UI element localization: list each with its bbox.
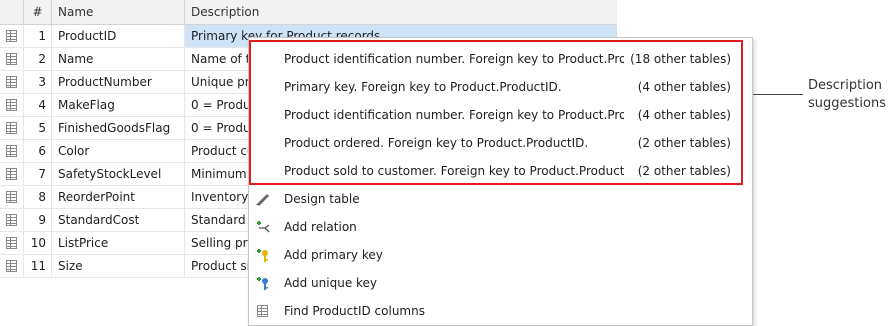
column-icon: [6, 237, 17, 249]
menu-label: Add primary key: [284, 248, 383, 262]
menu-label: Find ProductID columns: [284, 304, 425, 318]
column-name[interactable]: StandardCost: [52, 209, 185, 231]
menu-item-add-unique-key[interactable]: Add unique key: [249, 269, 752, 297]
suggestion-count: (4 other tables): [637, 80, 731, 94]
suggestion-count: (4 other tables): [637, 108, 731, 122]
suggestion-count: (18 other tables): [630, 52, 731, 66]
row-number: 7: [24, 163, 52, 185]
suggestion-count: (2 other tables): [637, 136, 731, 150]
column-icon: [6, 30, 17, 42]
column-icon: [6, 99, 17, 111]
column-name[interactable]: Color: [52, 140, 185, 162]
row-number: 4: [24, 94, 52, 116]
row-number: 6: [24, 140, 52, 162]
menu-label: Add unique key: [284, 276, 378, 290]
column-name[interactable]: Name: [52, 48, 185, 70]
description-suggestions-popup: Product identification number. Foreign k…: [248, 37, 753, 326]
suggestion-item[interactable]: Product sold to customer. Foreign key to…: [251, 157, 741, 185]
column-name[interactable]: MakeFlag: [52, 94, 185, 116]
suggestion-item[interactable]: Product identification number. Foreign k…: [251, 101, 741, 129]
row-number: 8: [24, 186, 52, 208]
row-number: 11: [24, 255, 52, 277]
header-description[interactable]: Description: [185, 0, 617, 24]
unique-key-icon: [257, 277, 268, 290]
row-number: 2: [24, 48, 52, 70]
column-icon: [6, 53, 17, 65]
column-name[interactable]: SafetyStockLevel: [52, 163, 185, 185]
relation-icon: [257, 221, 270, 233]
column-name[interactable]: Size: [52, 255, 185, 277]
column-name[interactable]: ListPrice: [52, 232, 185, 254]
grid-header: # Name Description: [0, 0, 617, 25]
pencil-icon: [256, 194, 269, 206]
callout-line: [753, 94, 803, 95]
row-number: 9: [24, 209, 52, 231]
suggestion-item[interactable]: Primary key. Foreign key to Product.Prod…: [251, 73, 741, 101]
suggestion-text: Product identification number. Foreign k…: [284, 52, 624, 66]
column-icon: [6, 214, 17, 226]
menu-item-find-columns[interactable]: Find ProductID columns: [249, 297, 752, 325]
suggestion-item[interactable]: Product identification number. Foreign k…: [251, 45, 741, 73]
column-name[interactable]: ReorderPoint: [52, 186, 185, 208]
find-columns-icon: [257, 305, 268, 317]
callout-label: Description suggestions: [808, 78, 886, 111]
menu-item-add-primary-key[interactable]: Add primary key: [249, 241, 752, 269]
column-icon: [6, 76, 17, 88]
menu-label: Design table: [284, 192, 360, 206]
header-icon-cell: [0, 0, 24, 24]
suggestion-text: Product ordered. Foreign key to Product.…: [284, 136, 589, 150]
column-name[interactable]: FinishedGoodsFlag: [52, 117, 185, 139]
suggestion-text: Primary key. Foreign key to Product.Prod…: [284, 80, 562, 94]
menu-item-design-table[interactable]: Design table: [249, 185, 752, 213]
suggestion-count: (2 other tables): [637, 164, 731, 178]
suggestions-highlight: Product identification number. Foreign k…: [249, 40, 743, 185]
primary-key-icon: [257, 249, 268, 262]
row-number: 10: [24, 232, 52, 254]
column-icon: [6, 145, 17, 157]
column-icon: [6, 168, 17, 180]
suggestion-item[interactable]: Product ordered. Foreign key to Product.…: [251, 129, 741, 157]
menu-item-add-relation[interactable]: Add relation: [249, 213, 752, 241]
suggestion-text: Product sold to customer. Foreign key to…: [284, 164, 624, 178]
column-name[interactable]: ProductNumber: [52, 71, 185, 93]
column-icon: [6, 191, 17, 203]
menu-label: Add relation: [284, 220, 357, 234]
row-number: 1: [24, 25, 52, 47]
suggestion-text: Product identification number. Foreign k…: [284, 108, 624, 122]
row-number: 3: [24, 71, 52, 93]
column-icon: [6, 122, 17, 134]
column-icon: [6, 260, 17, 272]
header-number[interactable]: #: [24, 0, 52, 24]
header-name[interactable]: Name: [52, 0, 185, 24]
column-name[interactable]: ProductID: [52, 25, 185, 47]
row-number: 5: [24, 117, 52, 139]
